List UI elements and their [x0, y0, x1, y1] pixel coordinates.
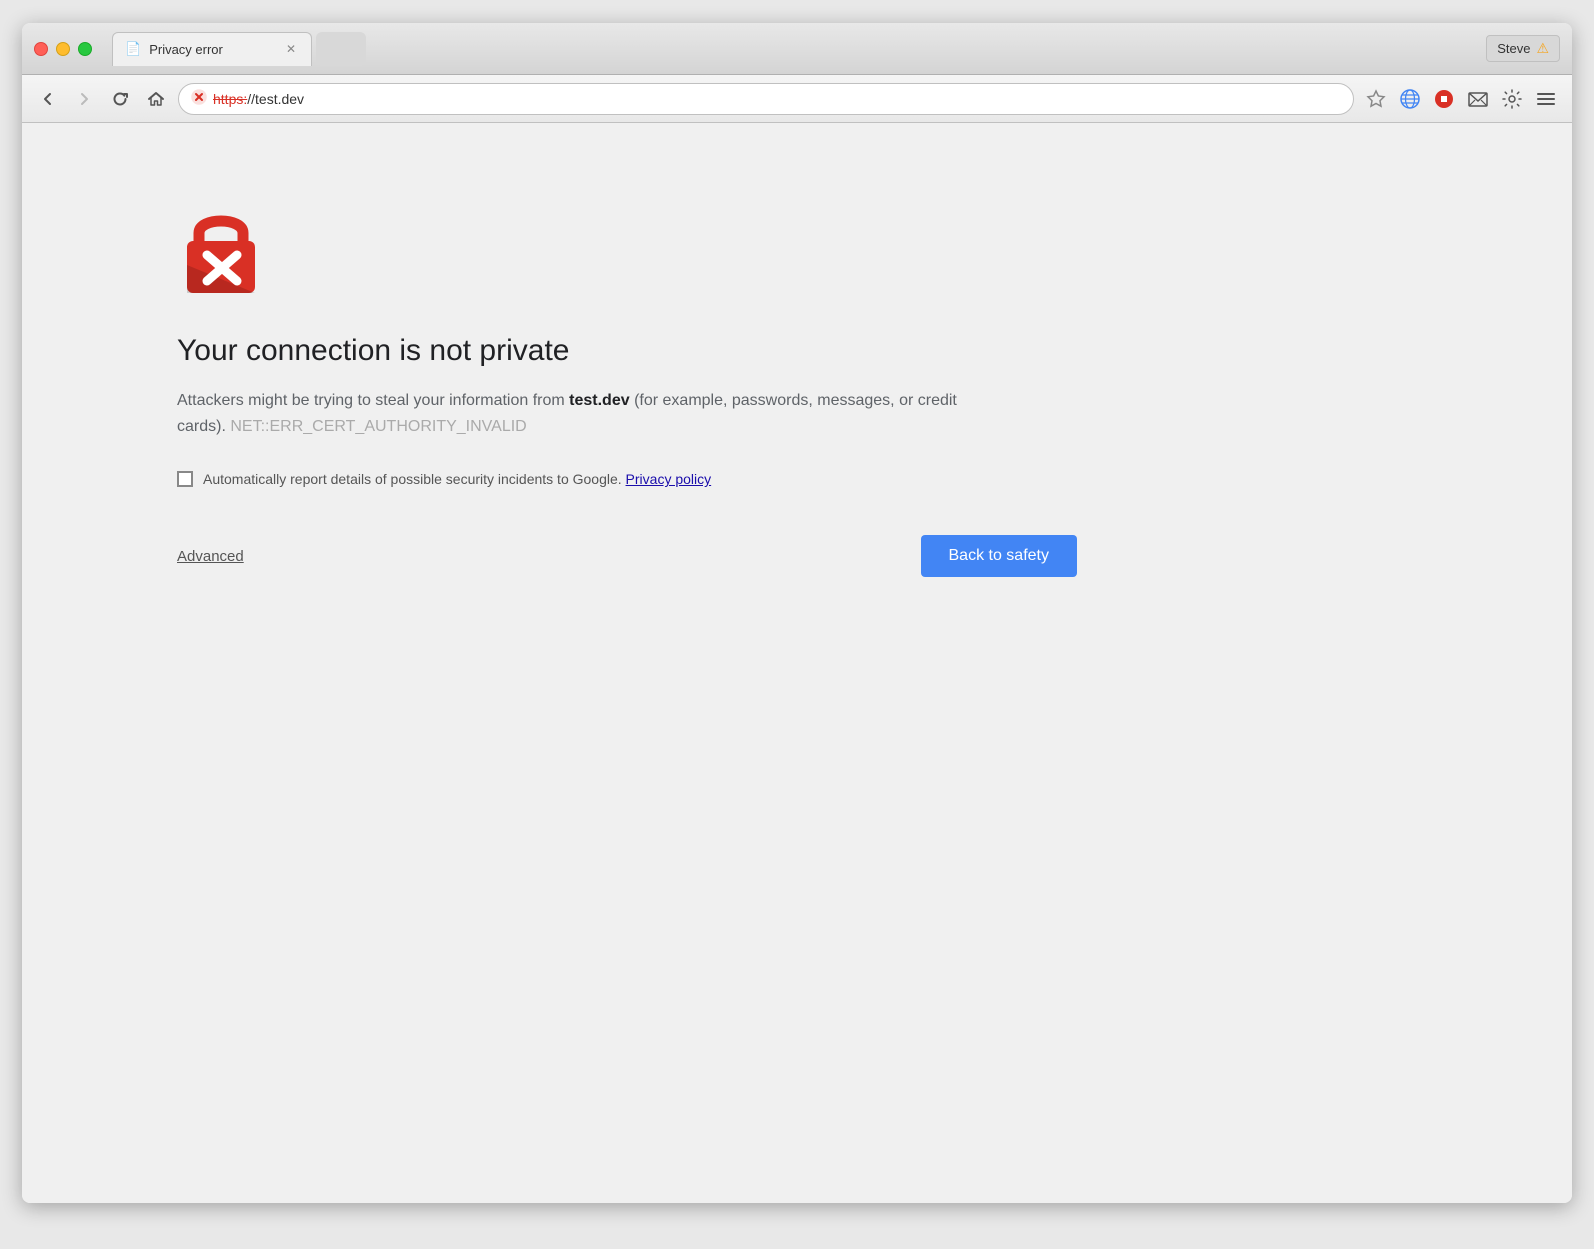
- reload-button[interactable]: [106, 85, 134, 113]
- page-content: Your connection is not private Attackers…: [22, 123, 1572, 1203]
- address-bar[interactable]: https://test.dev: [178, 83, 1354, 115]
- report-section: Automatically report details of possible…: [177, 471, 1417, 487]
- error-code: NET::ERR_CERT_AUTHORITY_INVALID: [230, 418, 526, 435]
- address-bar-url: https://test.dev: [213, 91, 304, 107]
- tab-bar: 📄 Privacy error ✕: [104, 32, 1486, 66]
- extensions-button[interactable]: [1498, 85, 1526, 113]
- profile-name: Steve: [1497, 41, 1530, 56]
- toolbar-right-icons: [1362, 85, 1560, 113]
- toolbar: https://test.dev: [22, 75, 1572, 123]
- home-button[interactable]: [142, 85, 170, 113]
- title-bar: 📄 Privacy error ✕ Steve ⚠: [22, 23, 1572, 75]
- window-controls: [34, 42, 92, 56]
- globe-button[interactable]: [1396, 85, 1424, 113]
- bookmark-button[interactable]: [1362, 85, 1390, 113]
- mail-button[interactable]: [1464, 85, 1492, 113]
- browser-window: 📄 Privacy error ✕ Steve ⚠: [22, 23, 1572, 1203]
- back-button[interactable]: [34, 85, 62, 113]
- profile-area[interactable]: Steve ⚠: [1486, 35, 1560, 62]
- profile-warning-icon: ⚠: [1536, 40, 1549, 57]
- stop-button[interactable]: [1430, 85, 1458, 113]
- minimize-button[interactable]: [56, 42, 70, 56]
- broken-lock-icon: [177, 203, 267, 293]
- report-label: Automatically report details of possible…: [203, 471, 711, 487]
- maximize-button[interactable]: [78, 42, 92, 56]
- active-tab[interactable]: 📄 Privacy error ✕: [112, 32, 312, 66]
- action-bar: Advanced Back to safety: [177, 535, 1077, 577]
- privacy-policy-link[interactable]: Privacy policy: [626, 471, 712, 487]
- forward-button[interactable]: [70, 85, 98, 113]
- url-rest: //test.dev: [247, 91, 304, 107]
- error-page: Your connection is not private Attackers…: [22, 123, 1572, 1203]
- lock-icon-container: [177, 203, 1417, 298]
- security-error-icon: [191, 89, 207, 108]
- error-description: Attackers might be trying to steal your …: [177, 388, 977, 439]
- tab-title: Privacy error: [149, 42, 275, 57]
- error-heading: Your connection is not private: [177, 334, 1417, 368]
- report-checkbox[interactable]: [177, 471, 193, 487]
- tab-close-button[interactable]: ✕: [283, 41, 299, 57]
- close-button[interactable]: [34, 42, 48, 56]
- back-to-safety-button[interactable]: Back to safety: [921, 535, 1078, 577]
- site-name: test.dev: [569, 392, 629, 409]
- advanced-link[interactable]: Advanced: [177, 548, 244, 565]
- tab-page-icon: 📄: [125, 41, 141, 57]
- https-text: https:: [213, 91, 247, 107]
- menu-button[interactable]: [1532, 85, 1560, 113]
- description-start: Attackers might be trying to steal your …: [177, 392, 569, 409]
